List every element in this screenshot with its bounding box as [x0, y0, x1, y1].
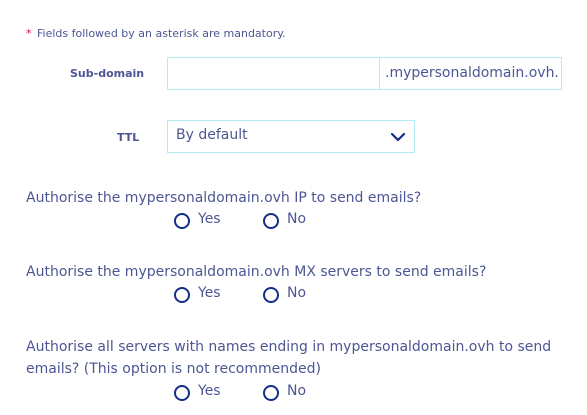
ttl-selected-value: By default: [176, 127, 248, 143]
radio-circle[interactable]: [174, 287, 190, 303]
radio-circle[interactable]: [263, 287, 279, 303]
radio-label: Yes: [198, 211, 221, 227]
radio-label: Yes: [198, 285, 221, 301]
question-ip-authorise: Authorise the mypersonaldomain.ovh IP to…: [26, 190, 422, 206]
radio-label: No: [287, 383, 307, 399]
ttl-label: TTL: [117, 131, 140, 144]
subdomain-input[interactable]: [167, 57, 379, 90]
ttl-select[interactable]: By default: [167, 120, 415, 153]
radio-circle[interactable]: [174, 385, 190, 401]
mandatory-note-text: Fields followed by an asterisk are manda…: [37, 27, 286, 40]
subdomain-label: Sub-domain: [70, 67, 145, 80]
domain-suffix: .mypersonaldomain.ovh.: [379, 57, 562, 90]
radio-label: No: [287, 211, 307, 227]
question-mx-authorise: Authorise the mypersonaldomain.ovh MX se…: [26, 264, 487, 280]
radio-circle[interactable]: [263, 213, 279, 229]
radio-circle[interactable]: [174, 213, 190, 229]
asterisk-marker: *: [26, 27, 32, 40]
radio-circle[interactable]: [263, 385, 279, 401]
mandatory-fields-note: * Fields followed by an asterisk are man…: [26, 27, 286, 40]
radio-label: No: [287, 285, 307, 301]
question-all-servers-authorise: Authorise all servers with names ending …: [26, 339, 552, 377]
radio-label: Yes: [198, 383, 221, 399]
chevron-down-icon: [390, 132, 406, 142]
